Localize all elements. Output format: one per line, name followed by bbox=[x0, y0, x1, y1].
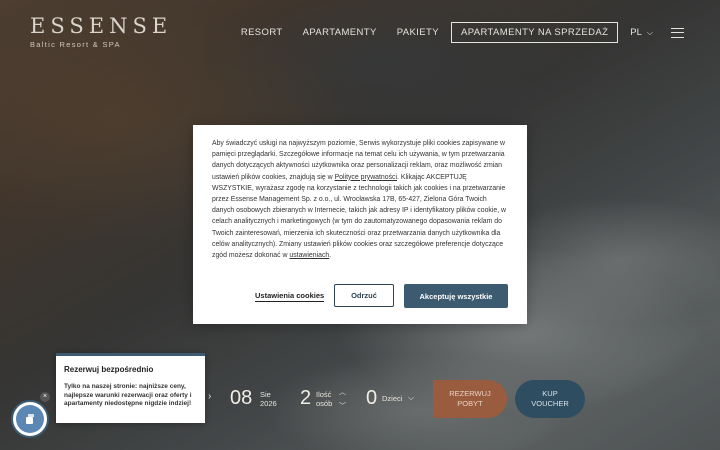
reserve-label-line-2: POBYT bbox=[457, 399, 483, 408]
avatar[interactable] bbox=[11, 400, 49, 438]
brand-logo[interactable]: ESSENSE Baltic Resort & SPA bbox=[30, 14, 172, 49]
children-count[interactable]: 0 bbox=[366, 387, 377, 410]
privacy-policy-link[interactable]: Polityce prywatności bbox=[335, 174, 397, 181]
buy-voucher-button[interactable]: KUP VOUCHER bbox=[515, 380, 585, 418]
children-label: Dzieci bbox=[382, 394, 403, 403]
decline-button[interactable]: Odrzuć bbox=[334, 284, 394, 307]
language-selector[interactable]: PL ⌵ bbox=[630, 27, 653, 38]
chevron-down-icon: ⌵ bbox=[646, 27, 653, 37]
reserve-label-line-1: REZERWUJ bbox=[449, 389, 491, 398]
nav-item-pakiety[interactable]: PAKIETY bbox=[397, 27, 439, 38]
main-nav: RESORT APARTAMENTY PAKIETY APARTAMENTY N… bbox=[221, 22, 684, 43]
language-label: PL bbox=[630, 27, 642, 38]
guest-label-line-2: osób bbox=[316, 399, 333, 408]
cookie-text-part-2: . Klikając AKCEPTUJĘ WSZYSTKIE, wyrażasz… bbox=[212, 173, 507, 260]
promo-title: Rezerwuj bezpośrednio bbox=[64, 365, 154, 374]
cookie-consent-text: Aby świadczyć usługi na najwyższym pozio… bbox=[212, 138, 510, 261]
buy-label-line-1: KUP bbox=[542, 389, 558, 398]
cookie-settings-link[interactable]: ustawieniach bbox=[289, 252, 329, 259]
close-icon[interactable]: × bbox=[40, 392, 50, 402]
reserve-stay-button[interactable]: REZERWUJ POBYT bbox=[433, 380, 507, 418]
logo-subtitle: Baltic Resort & SPA bbox=[30, 40, 121, 49]
chevron-down-icon[interactable]: ⌵ bbox=[408, 393, 414, 403]
checkin-month: Sie bbox=[260, 390, 271, 399]
cookie-text-part-3: . bbox=[329, 252, 332, 260]
nav-item-apartamenty[interactable]: APARTAMENTY bbox=[303, 27, 377, 38]
guest-count[interactable]: 2 bbox=[300, 387, 311, 410]
cookie-consent-dialog: Aby świadczyć usługi na najwyższym pozio… bbox=[193, 125, 527, 324]
date-arrow-icon[interactable]: › bbox=[208, 391, 211, 402]
nav-item-resort[interactable]: RESORT bbox=[241, 27, 283, 38]
accept-all-button[interactable]: Akceptuję wszystkie bbox=[404, 284, 508, 308]
checkin-year: 2026 bbox=[260, 399, 277, 408]
concierge-icon bbox=[16, 405, 44, 433]
hamburger-icon[interactable] bbox=[671, 27, 684, 38]
chevron-up-icon[interactable]: ︿ bbox=[339, 389, 346, 396]
buy-label-line-2: VOUCHER bbox=[531, 399, 569, 408]
chevron-down-icon[interactable]: ﹀ bbox=[339, 403, 346, 410]
guest-label-line-1: Ilość bbox=[316, 390, 332, 399]
reserve-stay-label: REZERWUJ POBYT bbox=[449, 389, 491, 409]
logo-wordmark: ESSENSE bbox=[30, 14, 173, 38]
checkin-month-year: Sie 2026 bbox=[260, 390, 277, 408]
nav-item-apartments-for-sale[interactable]: APARTAMENTY NA SPRZEDAŻ bbox=[450, 22, 619, 43]
promo-body: Tylko na naszej stronie: najniższe ceny,… bbox=[64, 383, 192, 407]
cookie-settings-button[interactable]: Ustawienia cookies bbox=[255, 291, 325, 302]
buy-voucher-label: KUP VOUCHER bbox=[531, 389, 569, 409]
guest-count-label: Ilość osób bbox=[316, 390, 332, 408]
direct-booking-promo[interactable]: Rezerwuj bezpośrednio Tylko na naszej st… bbox=[56, 353, 205, 423]
guest-stepper: ︿ ﹀ bbox=[339, 386, 346, 414]
checkin-day[interactable]: 08 bbox=[230, 387, 252, 410]
